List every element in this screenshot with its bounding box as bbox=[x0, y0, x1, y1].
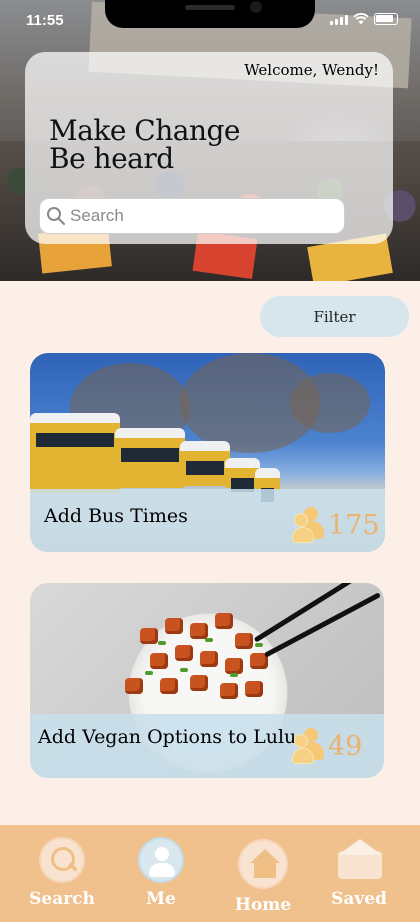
card-title: Add Bus Times bbox=[44, 505, 188, 527]
search-icon bbox=[39, 837, 85, 883]
bottom-navigation: Search Me Home Saved bbox=[0, 825, 420, 922]
nav-me[interactable]: Me bbox=[119, 837, 203, 909]
supporter-count: 175 bbox=[292, 507, 380, 543]
device-notch bbox=[105, 0, 315, 28]
hero-banner: 11:55 Welcome, Wendy! Make Change Be hea… bbox=[0, 0, 420, 281]
battery-icon bbox=[374, 13, 398, 25]
card-title: Add Vegan Options to Lulu bbox=[38, 726, 297, 748]
nav-label: Me bbox=[146, 889, 176, 909]
card-caption: Add Vegan Options to Lulu 49 bbox=[30, 714, 384, 778]
nav-label: Home bbox=[234, 895, 292, 915]
nav-saved[interactable]: Saved bbox=[317, 837, 401, 909]
filter-button[interactable]: Filter bbox=[260, 296, 409, 337]
nav-label: Search bbox=[29, 889, 95, 909]
hero-panel: Welcome, Wendy! Make Change Be heard bbox=[25, 52, 393, 244]
wifi-icon bbox=[353, 13, 369, 25]
supporter-count: 49 bbox=[292, 728, 362, 764]
status-time: 11:55 bbox=[26, 12, 64, 29]
envelope-icon bbox=[336, 837, 382, 883]
front-camera bbox=[250, 1, 262, 13]
home-icon bbox=[238, 839, 288, 889]
headline-line-2: Be heard bbox=[49, 142, 174, 175]
search-icon bbox=[47, 207, 65, 225]
status-icons bbox=[330, 13, 398, 25]
petition-card-vegan-options[interactable]: Add Vegan Options to Lulu 49 bbox=[30, 583, 384, 778]
user-icon bbox=[138, 837, 184, 883]
nav-home[interactable]: Home bbox=[221, 839, 305, 915]
people-icon bbox=[292, 507, 326, 543]
headline-line-1: Make Change bbox=[49, 114, 240, 147]
search-input[interactable] bbox=[70, 206, 330, 226]
welcome-message: Welcome, Wendy! bbox=[244, 61, 379, 79]
nav-search[interactable]: Search bbox=[20, 837, 104, 909]
supporter-count-value: 49 bbox=[328, 730, 363, 762]
search-bar[interactable] bbox=[39, 198, 345, 234]
nav-label: Saved bbox=[331, 889, 387, 909]
card-caption: Add Bus Times 175 bbox=[30, 489, 385, 552]
supporter-count-value: 175 bbox=[328, 509, 380, 541]
cellular-signal-icon bbox=[330, 15, 348, 25]
petition-card-bus-times[interactable]: Add Bus Times 175 bbox=[30, 353, 385, 552]
speaker-grille bbox=[185, 5, 235, 10]
page-headline: Make Change Be heard bbox=[49, 117, 240, 173]
people-icon bbox=[292, 728, 326, 764]
